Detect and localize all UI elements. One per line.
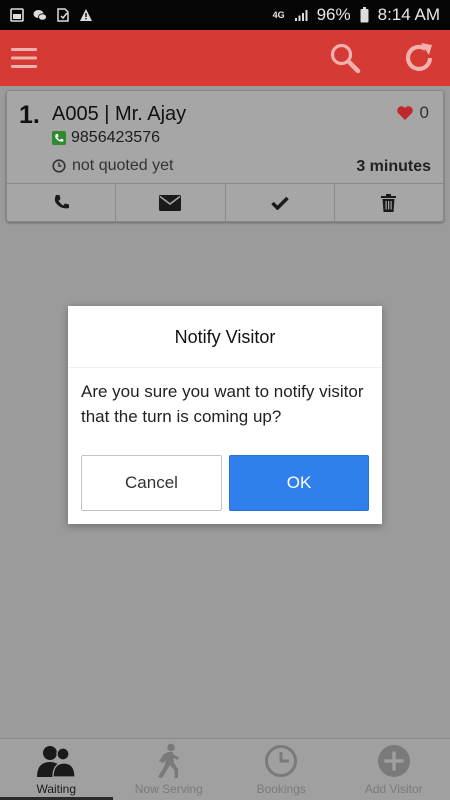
nav-add-visitor[interactable]: Add Visitor: [338, 739, 450, 800]
nav-bookings[interactable]: Bookings: [225, 739, 338, 800]
status-bar-right: 4G 96% 8:14 AM: [273, 5, 440, 25]
dialog-message: Are you sure you want to notify visitor …: [81, 382, 364, 426]
battery-percent: 96%: [316, 5, 351, 24]
nav-label-add-visitor: Add Visitor: [364, 782, 423, 796]
heart-icon: [396, 106, 413, 120]
wechat-icon: [33, 10, 47, 21]
screenshot-icon: [10, 8, 24, 22]
visitor-title: A005 | Mr. Ajay: [52, 103, 187, 125]
signal-icon: [294, 10, 308, 21]
app-bar: [0, 30, 450, 86]
likes-count: 0: [419, 103, 429, 122]
network-type: 4G: [272, 9, 285, 20]
delete-button[interactable]: [335, 184, 443, 221]
search-icon: [330, 43, 361, 74]
status-bar-left: [10, 8, 93, 22]
plus-circle-icon: [377, 745, 410, 777]
quote-status-row: not quoted yet: [52, 157, 173, 175]
ok-button[interactable]: OK: [229, 455, 369, 511]
refresh-icon: [405, 43, 433, 71]
message-button[interactable]: [116, 184, 226, 221]
battery-icon: [360, 7, 369, 23]
cancel-button[interactable]: Cancel: [81, 455, 222, 511]
people-icon: [37, 746, 76, 778]
nav-label-now-serving: Now Serving: [134, 782, 203, 796]
queue-position: 1.: [19, 101, 40, 129]
envelope-icon: [159, 194, 182, 211]
visitor-phone: 9856423576: [52, 129, 160, 147]
trash-icon: [381, 193, 397, 212]
nav-label-bookings: Bookings: [256, 782, 306, 796]
nav-now-serving[interactable]: Now Serving: [113, 739, 226, 800]
menu-icon: [11, 48, 37, 68]
clock-icon: [265, 745, 298, 777]
clock-icon: [52, 159, 66, 173]
nav-waiting[interactable]: Waiting: [0, 739, 113, 800]
refresh-button[interactable]: [398, 30, 440, 86]
nav-label-waiting: Waiting: [36, 782, 77, 796]
phone-icon: [54, 195, 69, 209]
card-actions: [7, 183, 443, 221]
checkmark-icon: [270, 196, 289, 210]
status-bar: 4G 96% 8:14 AM: [0, 0, 450, 30]
quote-status: not quoted yet: [72, 157, 174, 174]
wait-time: 3 minutes: [356, 158, 431, 175]
bottom-nav: Waiting Now Serving Bookings Add Visitor: [0, 738, 450, 800]
call-button[interactable]: [7, 184, 117, 221]
notify-visitor-dialog: Notify Visitor Are you sure you want to …: [68, 306, 382, 524]
phone-number: 9856423576: [71, 129, 160, 146]
status-time: 8:14 AM: [377, 5, 440, 24]
walking-person-icon: [157, 743, 179, 778]
search-button[interactable]: [324, 30, 366, 86]
serve-button[interactable]: [226, 184, 335, 221]
sim-card-icon: [57, 8, 69, 22]
likes-counter[interactable]: 0: [396, 103, 429, 123]
warning-icon: [80, 9, 92, 21]
visitor-card[interactable]: 1. A005 | Mr. Ajay 0 9856423576 not quot…: [6, 90, 444, 222]
phone-badge-icon: [52, 131, 66, 145]
dialog-title: Notify Visitor: [68, 306, 382, 368]
menu-button[interactable]: [6, 30, 44, 86]
